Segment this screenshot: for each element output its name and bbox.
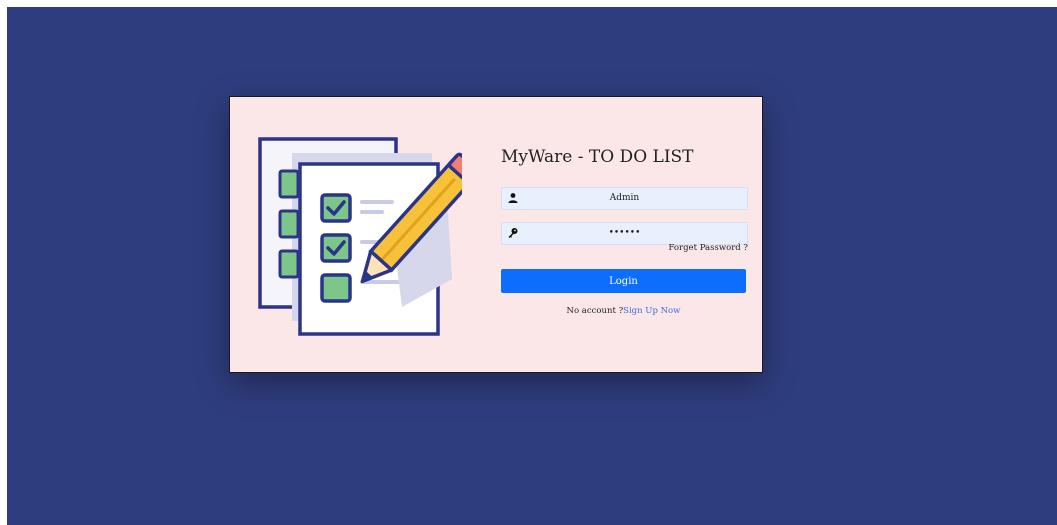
signup-link[interactable]: Sign Up Now — [623, 306, 680, 316]
signup-row: No account ?Sign Up Now — [501, 306, 746, 316]
password-field[interactable]: •••••• — [501, 222, 748, 245]
no-account-text: No account ? — [566, 306, 624, 316]
page-background: MyWare - TO DO LIST Admin •••••• Forget … — [7, 7, 1057, 525]
app-title: MyWare - TO DO LIST — [501, 147, 694, 167]
password-value: •••••• — [608, 228, 641, 238]
username-value: Admin — [609, 193, 640, 203]
username-field[interactable]: Admin — [501, 187, 748, 210]
login-button[interactable]: Login — [501, 269, 746, 293]
login-card: MyWare - TO DO LIST Admin •••••• Forget … — [229, 96, 763, 373]
forgot-password-link[interactable]: Forget Password ? — [669, 243, 749, 253]
checklist-pencil-icon — [258, 137, 462, 336]
